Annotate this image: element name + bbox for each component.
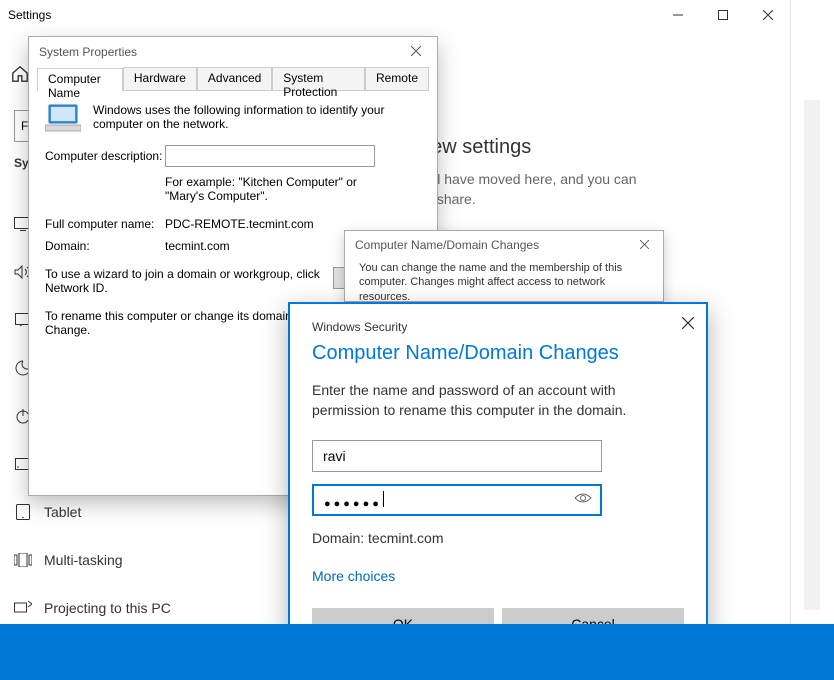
minimize-button[interactable] — [655, 0, 700, 30]
username-input[interactable] — [312, 440, 602, 472]
settings-title: Settings — [8, 8, 51, 22]
maximize-button[interactable] — [700, 0, 745, 30]
domain-label: Domain: — [45, 239, 165, 253]
sidebar-item-multitasking[interactable]: Multi-tasking — [14, 536, 171, 584]
password-dots: ●●●●●● — [324, 498, 382, 510]
password-input[interactable]: ●●●●●● — [312, 484, 602, 516]
taskbar[interactable] — [0, 624, 834, 680]
tab-row: Computer Name Hardware Advanced System P… — [37, 67, 429, 91]
sidebar-item-label: Multi-tasking — [44, 552, 123, 568]
fullname-value: PDC-REMOTE.tecmint.com — [165, 217, 314, 231]
domain-changes-text: You can change the name and the membersh… — [345, 259, 663, 306]
tab-system-protection[interactable]: System Protection — [272, 67, 365, 90]
close-icon[interactable] — [401, 41, 431, 61]
windows-security-header: Windows Security — [312, 320, 684, 334]
right-edge — [790, 0, 834, 680]
domain-changes-dialog: Computer Name/Domain Changes You can cha… — [344, 230, 664, 302]
text-cursor — [383, 491, 384, 507]
windows-security-text: Enter the name and password of an accoun… — [312, 381, 684, 420]
sidebar-item-label: Projecting to this PC — [44, 600, 171, 616]
close-icon[interactable] — [631, 235, 657, 253]
wizard-text: To use a wizard to join a domain or work… — [45, 267, 323, 295]
tab-advanced[interactable]: Advanced — [197, 67, 272, 90]
reveal-password-icon[interactable] — [574, 491, 592, 509]
computer-icon — [45, 103, 81, 133]
windows-security-dialog: Windows Security Computer Name/Domain Ch… — [288, 302, 708, 658]
system-properties-title: System Properties — [29, 37, 437, 67]
tab-computer-name[interactable]: Computer Name — [37, 68, 123, 91]
intro-text: Windows uses the following information t… — [93, 103, 421, 131]
windows-security-title: Computer Name/Domain Changes — [312, 342, 684, 365]
tablet-icon — [14, 503, 32, 521]
multitasking-icon — [14, 551, 32, 569]
sidebar-item-label: Tablet — [44, 504, 81, 520]
tab-remote[interactable]: Remote — [365, 67, 429, 90]
settings-titlebar: Settings — [0, 0, 790, 30]
scrollbar[interactable] — [804, 100, 820, 610]
more-choices-link[interactable]: More choices — [312, 568, 684, 584]
example-text: For example: "Kitchen Computer" or "Mary… — [165, 175, 375, 203]
fullname-label: Full computer name: — [45, 217, 165, 231]
domain-changes-title: Computer Name/Domain Changes — [345, 231, 663, 259]
projecting-icon — [14, 599, 32, 617]
tab-hardware[interactable]: Hardware — [123, 67, 197, 90]
windows-security-domain: Domain: tecmint.com — [312, 530, 684, 546]
desc-input[interactable] — [165, 145, 375, 167]
close-button[interactable] — [745, 0, 790, 30]
domain-value: tecmint.com — [165, 239, 230, 253]
desc-label: Computer description: — [45, 149, 165, 163]
close-icon[interactable] — [682, 316, 694, 334]
